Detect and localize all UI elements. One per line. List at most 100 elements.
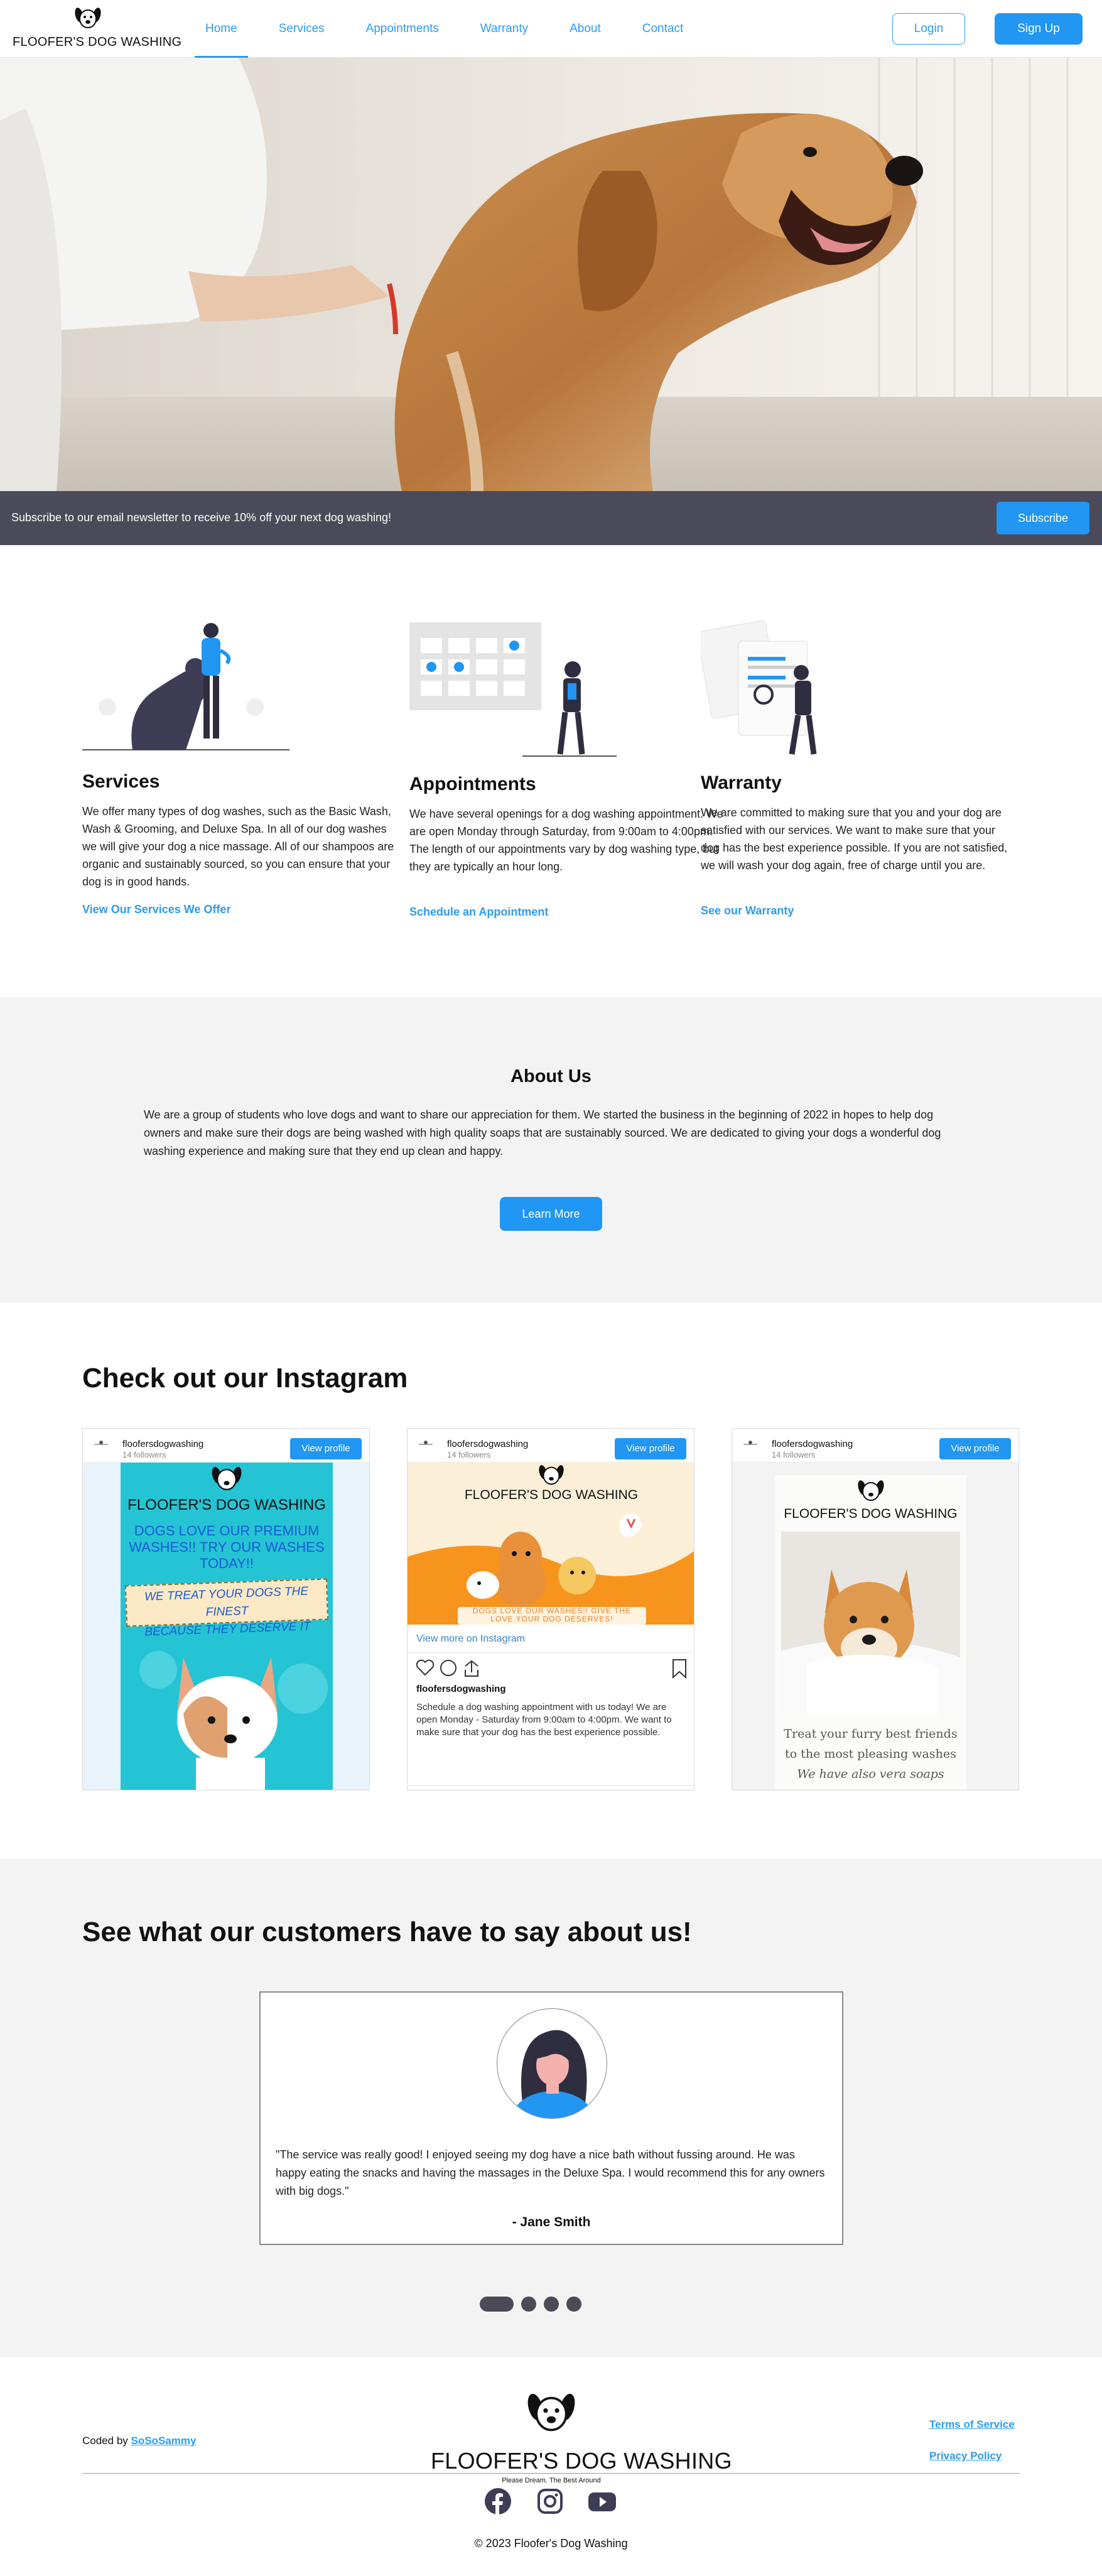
appointments-link[interactable]: Schedule an Appointment	[409, 906, 548, 919]
hero-image	[0, 58, 1102, 491]
brand-name: FLOOFER'S DOG WASHING	[13, 35, 182, 49]
footer-logo[interactable]: FLOOFER'S DOG WASHING Please Dream. The …	[431, 2389, 732, 2496]
instagram-post-1[interactable]: FLOOFER'S DOG WASHING DOGS LOVE OUR PREM…	[83, 1463, 369, 1790]
post3-poster: FLOOFER'S DOG WASHING Treat your furry b…	[775, 1475, 966, 1790]
warranty-link[interactable]: See our Warranty	[701, 904, 794, 917]
dog-logo-icon	[212, 1466, 242, 1491]
view-profile-button[interactable]: View profile	[939, 1438, 1011, 1459]
post2-ribbon-line-2: LOVE YOUR DOG DESERVES!	[490, 1615, 613, 1623]
services-link[interactable]: View Our Services We Offer	[82, 903, 230, 916]
navbar: FLOOFER'S DOG WASHING Home Services Appo…	[0, 0, 1102, 58]
services-title: Services	[82, 771, 160, 792]
post3-line-3: We have also vera soaps	[797, 1767, 944, 1781]
post1-line-3: TODAY!!	[200, 1556, 254, 1571]
instagram-post-2[interactable]: FLOOFER'S DOG WASHING DOGS LOVE OUR WASH…	[408, 1463, 694, 1790]
newsletter-bar: Subscribe to our email newsletter to rec…	[0, 491, 1102, 545]
instagram-header: floofersdogwashing 14 followers View pro…	[83, 1429, 369, 1463]
dog-logo-icon	[539, 1465, 564, 1485]
corgi-illustration	[139, 1651, 328, 1790]
post3-line-1: Treat your furry best friends	[784, 1727, 958, 1741]
instagram-embed-3: floofersdogwashing 14 followers View pro…	[732, 1428, 1019, 1790]
customer-avatar	[497, 2008, 607, 2119]
like-icon	[416, 1659, 435, 1676]
carousel-dot-1[interactable]	[480, 2297, 514, 2312]
post1-line-2: WASHES!! TRY OUR WASHES	[129, 1539, 325, 1555]
testimonial-card: "The service was really good! I enjoyed …	[259, 1991, 843, 2245]
author-link[interactable]: SoSoSammy	[131, 2435, 197, 2447]
privacy-link[interactable]: Privacy Policy	[929, 2450, 1002, 2462]
nav-about[interactable]: About	[559, 0, 612, 58]
instagram-username[interactable]: floofersdogwashing	[772, 1439, 853, 1449]
nav-home[interactable]: Home	[195, 0, 248, 58]
hero-dog-photo	[0, 58, 1102, 491]
instagram-header: floofersdogwashing 14 followers View pro…	[408, 1429, 694, 1463]
instagram-username[interactable]: floofersdogwashing	[447, 1439, 528, 1449]
post2-image: FLOOFER'S DOG WASHING DOGS LOVE OUR WASH…	[408, 1463, 694, 1625]
warranty-title: Warranty	[701, 772, 782, 793]
nav-warranty[interactable]: Warranty	[470, 0, 539, 58]
feature-warranty: Warranty We are committed to making sure…	[701, 613, 1015, 927]
nav-services[interactable]: Services	[268, 0, 335, 58]
footer: Coded by SoSoSammy FLOOFER'S DOG WASHING…	[0, 2357, 1102, 2576]
divider	[408, 1785, 694, 1786]
newsletter-text: Subscribe to our email newsletter to rec…	[11, 511, 391, 524]
appointments-title: Appointments	[409, 774, 536, 794]
post3-text: Treat your furry best friends to the mos…	[775, 1724, 966, 1784]
view-profile-button[interactable]: View profile	[290, 1438, 362, 1459]
testimonial-author: - Jane Smith	[512, 2215, 591, 2229]
about-section: About Us We are a group of students who …	[0, 997, 1102, 1302]
post2-ribbon: DOGS LOVE OUR WASHES!! GIVE THE LOVE YOU…	[458, 1607, 646, 1623]
post1-headline: DOGS LOVE OUR PREMIUM WASHES!! TRY OUR W…	[121, 1523, 333, 1572]
instagram-followers: 14 followers	[772, 1450, 816, 1459]
woman-avatar-icon	[510, 2030, 595, 2118]
feature-services: Services We offer many types of dog wash…	[82, 613, 396, 927]
subscribe-button[interactable]: Subscribe	[997, 502, 1089, 534]
services-description: We offer many types of dog washes, such …	[82, 805, 394, 888]
instagram-embed-2: floofersdogwashing 14 followers View pro…	[407, 1428, 694, 1790]
carousel-dot-4[interactable]	[566, 2297, 581, 2312]
feature-appointments: Appointments We have several openings fo…	[409, 613, 723, 927]
post3-line-2: to the most pleasing washes	[785, 1747, 956, 1761]
view-more-link[interactable]: View more on Instagram	[416, 1633, 525, 1645]
post1-line-1: DOGS LOVE OUR PREMIUM	[134, 1523, 320, 1539]
post-author[interactable]: floofersdogwashing	[416, 1684, 506, 1694]
testimonials-section: See what our customers have to say about…	[0, 1859, 1102, 2357]
about-title: About Us	[510, 1066, 592, 1086]
footer-brand-name: FLOOFER'S DOG WASHING	[431, 2448, 732, 2474]
instagram-icon[interactable]	[536, 2487, 564, 2515]
main-nav: Home Services Appointments Warranty Abou…	[195, 0, 714, 58]
instagram-post-3[interactable]: FLOOFER'S DOG WASHING Treat your furry b…	[732, 1463, 1018, 1790]
testimonial-quote: "The service was really good! I enjoyed …	[276, 2148, 825, 2197]
terms-link[interactable]: Terms of Service	[929, 2418, 1015, 2431]
warranty-illustration	[701, 620, 817, 755]
post3-brand: FLOOFER'S DOG WASHING	[784, 1507, 958, 1521]
services-illustration	[82, 623, 289, 750]
post1-poster: FLOOFER'S DOG WASHING DOGS LOVE OUR PREM…	[121, 1463, 333, 1790]
warranty-description: We are committed to making sure that you…	[701, 806, 1008, 872]
brand-logo[interactable]: FLOOFER'S DOG WASHING	[13, 5, 182, 54]
bookmark-icon[interactable]	[671, 1659, 688, 1679]
post1-banner: WE TREAT YOUR DOGS THE FINEST BECAUSE TH…	[124, 1578, 329, 1639]
nav-contact[interactable]: Contact	[632, 0, 694, 58]
about-text: We are a group of students who love dogs…	[144, 1108, 941, 1157]
carousel-dot-3[interactable]	[544, 2297, 559, 2312]
youtube-icon[interactable]	[587, 2487, 617, 2515]
post-actions	[416, 1659, 478, 1677]
carousel-indicators	[480, 2297, 589, 2312]
carousel-dot-2[interactable]	[521, 2297, 536, 2312]
coded-by: Coded by SoSoSammy	[82, 2435, 196, 2447]
instagram-header: floofersdogwashing 14 followers View pro…	[732, 1429, 1018, 1463]
instagram-username[interactable]: floofersdogwashing	[122, 1439, 203, 1449]
comment-icon	[440, 1660, 456, 1676]
signup-button[interactable]: Sign Up	[995, 13, 1083, 45]
profile-avatar-icon	[94, 1441, 108, 1445]
view-profile-button[interactable]: View profile	[615, 1438, 686, 1459]
facebook-icon[interactable]	[484, 2487, 512, 2515]
instagram-title: Check out our Instagram	[82, 1363, 408, 1394]
post1-brand: FLOOFER'S DOG WASHING	[127, 1496, 326, 1513]
learn-more-button[interactable]: Learn More	[500, 1197, 602, 1231]
login-button[interactable]: Login	[892, 13, 965, 45]
nav-appointments[interactable]: Appointments	[355, 0, 450, 58]
appointments-illustration	[409, 622, 617, 757]
footer-divider	[82, 2473, 1020, 2474]
